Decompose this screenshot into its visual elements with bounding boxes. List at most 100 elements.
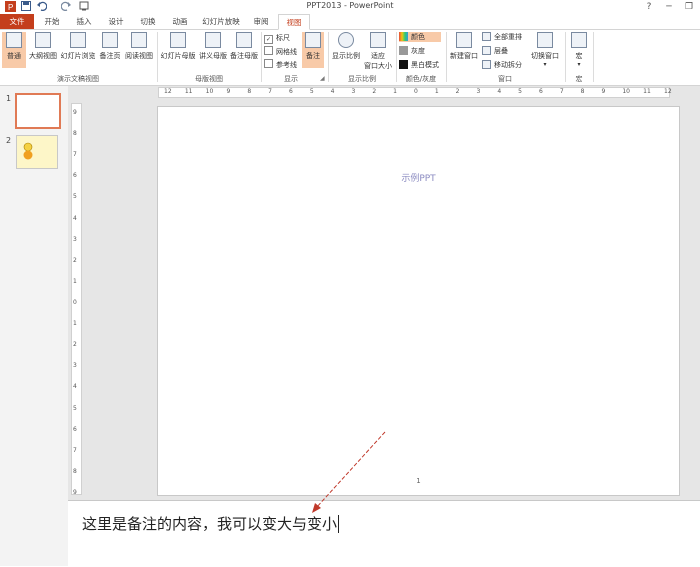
arrange-all-button[interactable]: 全部重排: [482, 32, 522, 42]
slide-sorter-label: 幻灯片浏览: [60, 52, 96, 60]
bw-label: 黑白模式: [411, 61, 439, 69]
slide-master-button[interactable]: 幻灯片母版: [160, 32, 196, 61]
group-label-master-views: 母版视图: [195, 75, 223, 83]
ruler-tick-label: 7: [268, 88, 272, 95]
group-label-window: 窗口: [498, 75, 512, 83]
fit-window-label-line1: 适应: [371, 52, 385, 60]
ruler-checkbox[interactable]: ✓ 标尺: [264, 33, 290, 44]
save-icon[interactable]: [20, 1, 32, 13]
notes-master-button[interactable]: 备注母版: [229, 32, 259, 61]
slide-number: 1: [416, 477, 421, 485]
ruler-tick-label: 1: [73, 277, 77, 285]
restore-button[interactable]: ❐: [680, 0, 698, 14]
undo-icon[interactable]: [36, 1, 48, 13]
svg-text:P: P: [8, 3, 13, 12]
ruler-tick-label: 2: [455, 88, 460, 95]
slide-thumbnail[interactable]: [16, 135, 58, 169]
help-button[interactable]: ?: [640, 0, 658, 14]
slide-sorter-icon: [70, 32, 86, 48]
color-button[interactable]: 颜色: [399, 32, 441, 42]
macros-button[interactable]: 宏 ▾: [569, 32, 589, 68]
minimize-button[interactable]: ─: [660, 0, 678, 14]
ruler-tick-label: 9: [73, 489, 77, 496]
customize-icon[interactable]: [78, 1, 90, 13]
grayscale-button[interactable]: 灰度: [399, 46, 425, 56]
reading-view-button[interactable]: 阅读视图: [124, 32, 154, 61]
ruler-tick-label: 9: [73, 109, 77, 116]
tab-slideshow[interactable]: 幻灯片放映: [198, 14, 244, 29]
outline-view-button[interactable]: 大纲视图: [28, 32, 58, 61]
normal-view-label: 普通: [7, 52, 21, 60]
notes-button[interactable]: 备注: [302, 32, 324, 68]
ruler-tick-label: 12: [664, 88, 672, 95]
notes-text: 这里是备注的内容，我可以变大与变小: [82, 515, 338, 533]
normal-view-button[interactable]: 普通: [2, 32, 26, 68]
thumbnail-number: 2: [6, 136, 12, 145]
handout-master-icon: [205, 32, 221, 48]
ruler-tick-label: 2: [73, 256, 77, 264]
new-window-button[interactable]: 新建窗口: [449, 32, 479, 61]
move-split-button[interactable]: 移动拆分: [482, 60, 522, 70]
black-white-button[interactable]: 黑白模式: [399, 60, 439, 70]
slide-canvas[interactable]: 示例PPT 1: [157, 106, 680, 496]
reading-view-label: 阅读视图: [125, 52, 153, 60]
ruler-tick-label: 7: [559, 88, 564, 95]
ruler-tick-label: 8: [580, 88, 585, 95]
group-label-color: 颜色/灰度: [405, 75, 437, 83]
redo-icon[interactable]: [60, 1, 72, 13]
notes-master-icon: [236, 32, 252, 48]
switch-windows-button[interactable]: 切换窗口 ▾: [528, 32, 562, 68]
ruler-tick-label: 1: [393, 88, 397, 95]
ruler-tick-label: 3: [351, 88, 356, 95]
macros-icon: [571, 32, 587, 48]
ruler-tick-label: 0: [414, 88, 418, 95]
ruler-tick-label: 8: [73, 130, 77, 138]
ruler-tick-label: 2: [73, 341, 77, 349]
arrange-all-icon: [482, 32, 491, 41]
gridlines-checkbox[interactable]: 网格线: [264, 46, 297, 57]
tab-transitions[interactable]: 切换: [134, 14, 162, 29]
reading-view-icon: [131, 32, 147, 48]
fit-to-window-button[interactable]: 适应 窗口大小: [362, 32, 394, 71]
notes-pane[interactable]: 这里是备注的内容，我可以变大与变小: [68, 500, 700, 567]
grayscale-label: 灰度: [411, 47, 425, 55]
zoom-button[interactable]: 显示比例: [331, 32, 361, 61]
tab-file[interactable]: 文件: [0, 14, 34, 29]
ruler-tick-label: 3: [73, 235, 77, 243]
ruler-tick-label: 6: [539, 88, 543, 95]
cascade-button[interactable]: 层叠: [482, 46, 508, 56]
powerpoint-icon[interactable]: P: [4, 1, 16, 13]
ruler-tick-label: 7: [73, 151, 77, 159]
tab-view[interactable]: 视图: [278, 14, 310, 30]
window-title: PPT2013 - PowerPoint: [306, 1, 394, 10]
cascade-icon: [482, 46, 491, 55]
ruler-tick-label: 0: [73, 299, 77, 306]
handout-master-button[interactable]: 讲义母版: [198, 32, 228, 61]
switch-windows-label: 切换窗口: [531, 52, 559, 60]
dialog-launcher-icon[interactable]: ◢: [320, 75, 325, 82]
tab-animations[interactable]: 动画: [166, 14, 194, 29]
tab-home[interactable]: 开始: [38, 14, 66, 29]
tab-design[interactable]: 设计: [102, 14, 130, 29]
notes-page-icon: [102, 32, 118, 48]
notes-page-button[interactable]: 备注页: [97, 32, 123, 61]
ruler-tick-label: 6: [73, 172, 77, 180]
ruler-tick-label: 5: [73, 404, 77, 412]
slide-sorter-button[interactable]: 幻灯片浏览: [60, 32, 96, 61]
group-label-zoom: 显示比例: [348, 75, 376, 83]
slide-title-text[interactable]: 示例PPT: [158, 171, 679, 184]
ruler-tick-label: 10: [622, 88, 630, 95]
notes-page-label: 备注页: [99, 52, 121, 60]
tab-insert[interactable]: 插入: [70, 14, 98, 29]
ruler-tick-label: 5: [309, 88, 314, 95]
notes-text-area[interactable]: 这里是备注的内容，我可以变大与变小: [82, 513, 340, 534]
ribbon-separator: [593, 32, 594, 82]
fit-window-icon: [370, 32, 386, 48]
tab-review[interactable]: 审阅: [248, 14, 274, 29]
switch-windows-icon: [537, 32, 553, 48]
guides-checkbox[interactable]: 参考线: [264, 59, 297, 70]
ruler-tick-label: 8: [73, 467, 77, 475]
thumbnail-number: 1: [6, 94, 12, 103]
slide-thumbnail[interactable]: [15, 93, 61, 129]
ruler-tick-label: 4: [73, 214, 77, 222]
